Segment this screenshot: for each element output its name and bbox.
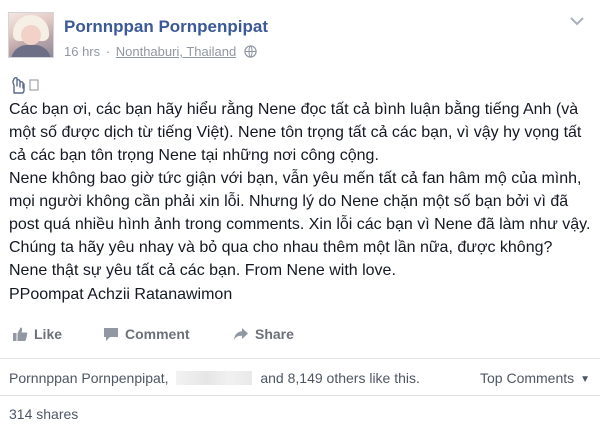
avatar[interactable] xyxy=(8,12,54,58)
comment-label: Comment xyxy=(125,326,190,342)
comment-icon xyxy=(104,328,118,341)
globe-icon[interactable] xyxy=(244,45,257,58)
facebook-post: Pornnppan Pornpenpipat 16 hrs · Nonthabu… xyxy=(0,0,600,428)
post-message: Các bạn ơi, các bạn hãy hiểu rằng Nene đ… xyxy=(9,98,594,282)
post-credit: PPoompat Achzii Ratanawimon xyxy=(9,286,233,303)
emoji-icon xyxy=(12,76,39,94)
comment-button[interactable]: Comment xyxy=(103,326,190,342)
post-paragraph: Nene không bao giờ tức giận với bạn, vẫn… xyxy=(9,170,591,279)
divider xyxy=(0,358,600,359)
share-label: Share xyxy=(255,326,294,342)
post-location[interactable]: Nonthaburi, Thailand xyxy=(116,44,236,59)
like-label: Like xyxy=(34,326,63,342)
likes-summary: Pornnppan Pornpenpipat, and 8,149 others… xyxy=(9,370,420,386)
avatar-face xyxy=(21,25,41,45)
divider xyxy=(0,395,600,396)
author-name[interactable]: Pornnppan Pornpenpipat xyxy=(64,17,268,37)
post-meta: 16 hrs · Nonthaburi, Thailand xyxy=(64,44,257,59)
meta-separator: · xyxy=(105,44,111,59)
share-button[interactable]: Share xyxy=(233,326,294,342)
top-comments-dropdown[interactable]: Top Comments ▼ xyxy=(480,370,590,386)
like-icon xyxy=(13,327,28,341)
top-comments-label: Top Comments xyxy=(480,370,575,386)
action-bar: Like Comment Share xyxy=(0,326,600,348)
like-button[interactable]: Like xyxy=(12,326,62,342)
liker-name[interactable]: Pornnppan Pornpenpipat, xyxy=(9,370,169,386)
chevron-down-icon[interactable] xyxy=(568,14,586,28)
post-time[interactable]: 16 hrs xyxy=(64,44,100,59)
caret-down-icon: ▼ xyxy=(580,374,591,385)
share-icon xyxy=(234,328,248,340)
likes-count[interactable]: and 8,149 others like this. xyxy=(260,370,420,386)
shares-count[interactable]: 314 shares xyxy=(9,406,78,422)
redacted-name xyxy=(176,371,253,385)
post-paragraph: Các bạn ơi, các bạn hãy hiểu rằng Nene đ… xyxy=(9,101,582,164)
avatar-shoulder xyxy=(11,45,51,57)
